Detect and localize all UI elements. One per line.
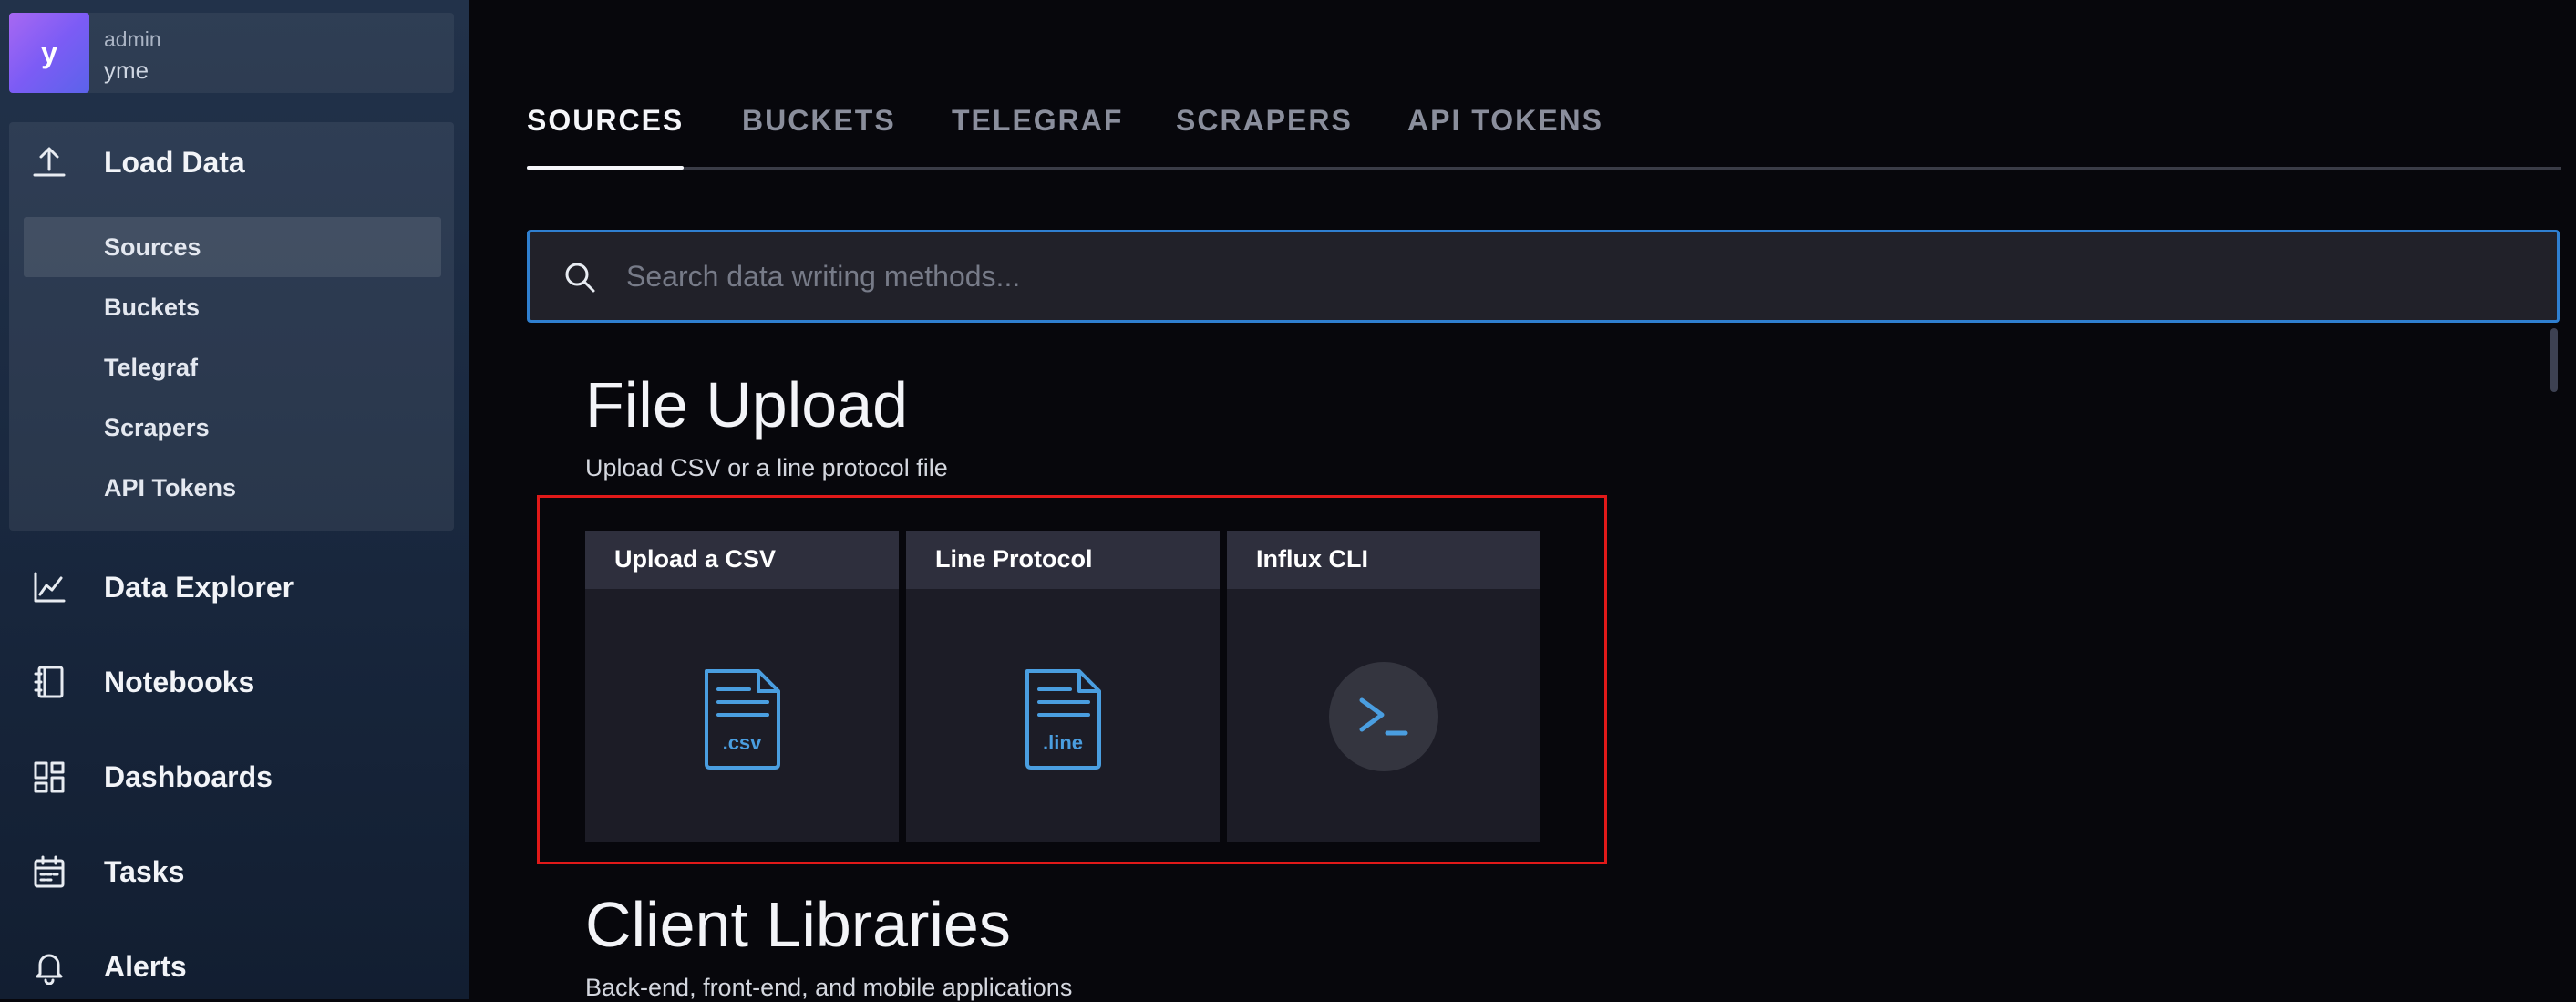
card-title: Influx CLI (1256, 545, 1368, 573)
sidebar: y admin yme Load Data Sources Buckets Te… (0, 0, 469, 999)
sidebar-subitem-telegraf[interactable]: Telegraf (24, 337, 441, 398)
tab-telegraf[interactable]: TELEGRAF (952, 104, 1123, 170)
user-widget[interactable]: y admin yme (9, 13, 454, 93)
tab-label: TELEGRAF (952, 104, 1124, 137)
avatar[interactable]: y (9, 13, 89, 93)
card-title: Upload a CSV (614, 545, 777, 573)
card-upload-csv[interactable]: Upload a CSV .csv (585, 531, 899, 842)
card-art (1227, 589, 1540, 842)
notebook-icon (29, 662, 69, 702)
scrollbar[interactable] (2550, 328, 2558, 392)
card-art: .csv (585, 589, 899, 842)
active-tab-indicator (527, 166, 685, 170)
sidebar-item-label: Load Data (104, 145, 245, 179)
sidebar-subitem-api-tokens[interactable]: API Tokens (24, 458, 441, 518)
sidebar-subitem-label: API Tokens (104, 474, 237, 501)
card-influx-cli[interactable]: Influx CLI (1227, 531, 1540, 842)
sidebar-subitem-label: Scrapers (104, 414, 210, 441)
sidebar-item-data-explorer[interactable]: Data Explorer (0, 551, 469, 624)
sidebar-item-label: Tasks (104, 854, 185, 888)
org-name: yme (104, 57, 149, 84)
upload-icon (29, 142, 69, 182)
card-header: Upload a CSV (585, 531, 899, 589)
card-header: Influx CLI (1227, 531, 1540, 589)
tab-api-tokens[interactable]: API TOKENS (1407, 104, 1603, 170)
user-role: admin (104, 27, 161, 51)
sidebar-subitem-label: Telegraf (104, 354, 199, 381)
sidebar-item-alerts[interactable]: Alerts (0, 930, 469, 999)
client-libraries-subtitle: Back-end, front-end, and mobile applicat… (585, 974, 1073, 1001)
tab-label: SOURCES (527, 104, 685, 137)
sidebar-item-label: Alerts (104, 949, 187, 983)
card-line-protocol[interactable]: Line Protocol .line (906, 531, 1220, 842)
sidebar-item-label: Dashboards (104, 759, 273, 793)
card-art: .line (906, 589, 1220, 842)
sidebar-subitem-sources[interactable]: Sources (24, 217, 441, 277)
search-box[interactable] (527, 230, 2560, 323)
card-title: Line Protocol (935, 545, 1093, 573)
sidebar-subitem-buckets[interactable]: Buckets (24, 277, 441, 337)
tab-buckets[interactable]: BUCKETS (742, 104, 896, 170)
sidebar-subitem-label: Buckets (104, 294, 201, 321)
search-icon (562, 260, 597, 294)
card-header: Line Protocol (906, 531, 1220, 589)
csv-file-icon: .csv (705, 669, 780, 770)
terminal-icon (1329, 662, 1438, 771)
sidebar-item-tasks[interactable]: Tasks (0, 835, 469, 908)
client-libraries-heading: Client Libraries (585, 889, 1011, 960)
tab-label: SCRAPERS (1176, 104, 1353, 137)
sidebar-subitem-label: Sources (104, 233, 201, 261)
sidebar-item-notebooks[interactable]: Notebooks (0, 646, 469, 718)
tab-label: API TOKENS (1407, 104, 1603, 137)
calendar-icon (29, 852, 69, 892)
sidebar-item-label: Data Explorer (104, 570, 294, 604)
tab-sources[interactable]: SOURCES (527, 104, 685, 170)
file-extension-label: .line (1043, 731, 1083, 754)
sidebar-subitem-scrapers[interactable]: Scrapers (24, 398, 441, 458)
dashboard-icon (29, 757, 69, 797)
tab-label: BUCKETS (742, 104, 896, 137)
tab-scrapers[interactable]: SCRAPERS (1176, 104, 1353, 170)
graph-icon (29, 567, 69, 607)
sidebar-item-load-data[interactable]: Load Data (0, 126, 469, 199)
file-upload-subtitle: Upload CSV or a line protocol file (585, 454, 948, 481)
sidebar-item-dashboards[interactable]: Dashboards (0, 740, 469, 813)
sidebar-item-label: Notebooks (104, 665, 255, 698)
line-file-icon: .line (1025, 669, 1101, 770)
search-input[interactable] (624, 251, 2520, 302)
file-extension-label: .csv (723, 731, 763, 754)
tab-bar: SOURCES BUCKETS TELEGRAF SCRAPERS API TO… (527, 98, 2561, 170)
bell-icon (29, 946, 69, 987)
file-upload-heading: File Upload (585, 369, 909, 440)
